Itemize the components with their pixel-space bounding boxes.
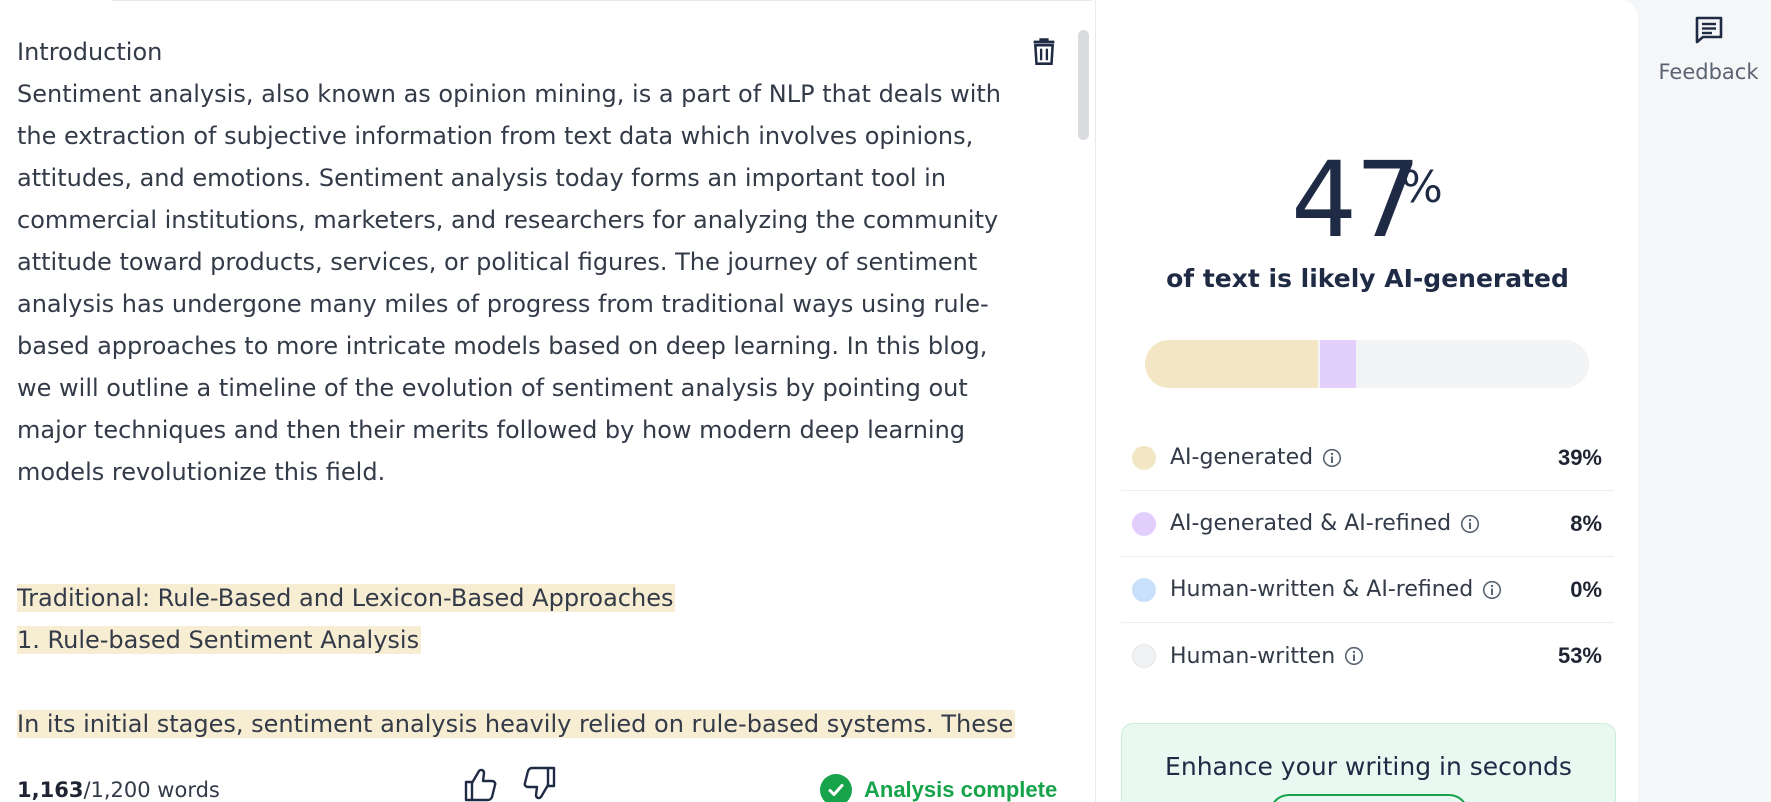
paragraph-heading: Introduction (17, 38, 163, 66)
paragraph-section-title: Traditional: Rule-Based and Lexicon-Base… (17, 584, 676, 612)
ai-score-caption: of text is likely AI-generated (1166, 264, 1569, 293)
distribution-bar-segment (1145, 340, 1318, 388)
legend-dot (1132, 644, 1156, 668)
legend-value: 39% (1557, 444, 1602, 470)
editor-footer: 1,163/1,200 words Analysis complete (0, 766, 1096, 802)
legend-label: Human-written (1170, 643, 1336, 669)
paragraph-intro: Sentiment analysis, also known as opinio… (17, 80, 1001, 486)
info-icon[interactable] (1460, 514, 1480, 534)
legend-row-ai-generated: AI-generated 39% (1121, 425, 1614, 491)
editor-scrollbar[interactable] (1078, 30, 1089, 140)
distribution-bar-segment (1358, 340, 1589, 388)
legend-label: Human-written & AI-refined (1170, 577, 1474, 602)
analysis-status: Analysis complete (820, 774, 1057, 802)
paragraph-subsection-title: 1. Rule-based Sentiment Analysis (17, 626, 422, 654)
thumbs-down-icon[interactable] (522, 766, 558, 802)
app-root: Introduction Sentiment analysis, also kn… (0, 0, 1771, 802)
status-text: Analysis complete (864, 777, 1058, 802)
legend-row-human-written: Human-written 53% (1121, 623, 1614, 689)
legend-label: AI-generated (1170, 445, 1314, 470)
feedback-button[interactable]: Feedback (1646, 14, 1771, 94)
enhance-writing-text: Enhance your writing in seconds (1165, 752, 1572, 781)
detector-card: Introduction Sentiment analysis, also kn… (0, 0, 1638, 802)
feedback-label: Feedback (1658, 60, 1759, 84)
document-text[interactable]: Introduction Sentiment analysis, also kn… (17, 31, 1017, 741)
legend-value: 8% (1570, 510, 1602, 536)
distribution-bar-segment (1320, 340, 1356, 388)
paragraph-rule-based: In its initial stages, sentiment analysi… (17, 703, 1017, 741)
legend-value: 0% (1570, 576, 1602, 602)
legend-row-human-written-ai-refined: Human-written & AI-refined 0% (1121, 557, 1614, 623)
legend-value: 53% (1557, 643, 1602, 668)
enhance-writing-promo: Enhance your writing in seconds (1121, 723, 1616, 802)
enhance-writing-button[interactable] (1269, 794, 1469, 802)
legend-dot (1132, 577, 1156, 602)
info-icon[interactable] (1344, 646, 1364, 666)
distribution-bar (1145, 340, 1589, 388)
info-icon[interactable] (1482, 580, 1502, 600)
info-icon[interactable] (1322, 448, 1342, 468)
legend-dot (1132, 511, 1156, 536)
word-count: 1,163/1,200 words (17, 778, 220, 802)
feedback-icon (1695, 16, 1722, 44)
trash-icon[interactable] (1030, 36, 1058, 66)
text-editor-pane: Introduction Sentiment analysis, also kn… (0, 0, 1096, 802)
legend-label: AI-generated & AI-refined (1170, 511, 1452, 536)
thumbs-up-icon[interactable] (462, 766, 498, 802)
check-circle-icon (820, 774, 852, 802)
results-panel: 47 % of text is likely AI-generated AI-g… (1097, 0, 1638, 802)
distribution-legend: AI-generated 39% AI-generated & AI-refin… (1121, 425, 1614, 689)
ai-score-unit: % (1401, 162, 1443, 213)
legend-row-ai-generated-ai-refined: AI-generated & AI-refined 8% (1121, 491, 1614, 557)
legend-dot (1132, 445, 1156, 470)
